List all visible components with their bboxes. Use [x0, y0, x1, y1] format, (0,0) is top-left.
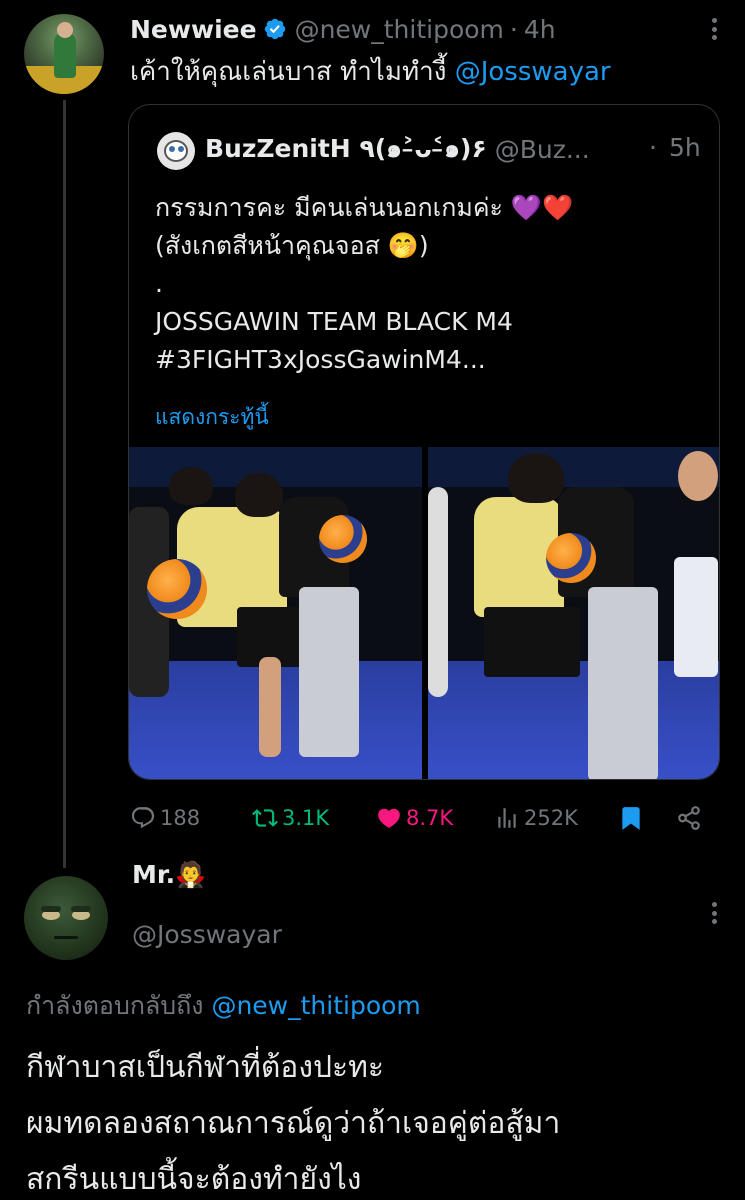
more-options-icon[interactable] — [702, 898, 726, 928]
photo-sign — [674, 557, 718, 677]
basketball — [319, 515, 367, 563]
quote-time: 5h — [669, 133, 701, 162]
photo-hair — [508, 453, 564, 503]
photo-1[interactable] — [129, 447, 422, 779]
photo-hair — [235, 473, 283, 517]
show-thread-link[interactable]: แสดงกระทู้นี้ — [155, 401, 269, 434]
thread-line — [63, 100, 66, 868]
photo-pants — [299, 587, 359, 757]
basketball — [546, 533, 596, 583]
reply-button[interactable]: 188 — [130, 800, 200, 836]
basketball — [147, 559, 207, 619]
photo-backdrop — [428, 447, 719, 487]
quote-line: กรรมการคะ มีคนเล่นนอกเกมค่ะ 💜❤️ — [155, 193, 574, 222]
media-gallery — [129, 447, 719, 779]
photo-shorts — [484, 607, 580, 677]
retweet-button[interactable]: 3.1K — [252, 800, 329, 836]
tweet-text: เค้าให้คุณเล่นบาส ทำไมทำงี้ @Josswayar — [130, 54, 611, 90]
avatar-face — [164, 140, 188, 162]
mention-link[interactable]: @Josswayar — [455, 57, 611, 87]
quote-author-name: BuzZenitH ٩(๑˃̵ᴗ˂̵๑)۶ — [205, 134, 487, 163]
author-handle[interactable]: @new_thitipoom — [295, 15, 504, 44]
heart-icon — [378, 808, 400, 828]
photo-court — [428, 661, 719, 779]
photo-leg — [259, 657, 281, 757]
share-button[interactable] — [676, 800, 706, 836]
quote-author-handle: @Buz... — [494, 134, 590, 164]
views-count: 252K — [524, 806, 578, 830]
photo-face — [678, 451, 718, 501]
tweet-header: Newwiee @new_thitipoom · 4h — [130, 12, 556, 46]
reply-author-avatar[interactable] — [24, 876, 108, 960]
reply-icon — [131, 807, 155, 829]
replying-to-link[interactable]: @new_thitipoom — [211, 991, 420, 1020]
reply-author-name[interactable]: Mr.🧛 — [132, 858, 206, 892]
share-icon — [678, 806, 700, 830]
reply-author-handle[interactable]: @Josswayar — [132, 920, 282, 949]
avatar-eye — [178, 146, 184, 152]
views-button[interactable]: 252K — [494, 800, 578, 836]
photo-pants — [588, 587, 658, 779]
retweet-icon — [252, 809, 278, 827]
avatar-figure — [54, 32, 76, 78]
tweet-text-body: เค้าให้คุณเล่นบาส ทำไมทำงี้ — [130, 57, 455, 87]
quote-line: JOSSGAWIN TEAM BLACK M4 — [155, 307, 513, 336]
photo-player — [428, 487, 448, 697]
reply-line: กีฬาบาสเป็นกีฬาที่ต้องปะทะ — [26, 1050, 385, 1085]
quote-header: BuzZenitH ٩(๑˃̵ᴗ˂̵๑)۶ @Buz... — [205, 129, 590, 169]
photo-hair — [169, 467, 213, 505]
tweet-actions: 188 3.1K 8.7K 252K — [130, 800, 720, 836]
avatar-eye — [169, 146, 175, 152]
avatar-head — [57, 22, 73, 38]
retweet-count: 3.1K — [282, 806, 330, 830]
avatar-mouth — [54, 936, 78, 939]
avatar-eyelid — [41, 906, 61, 912]
bookmark-icon — [622, 807, 640, 830]
avatar-eyelid — [71, 906, 91, 912]
photo-2[interactable] — [428, 447, 719, 779]
quote-line: (สังเกตสีหน้าคุณจอส 🤭) — [155, 231, 429, 260]
separator-dot: · — [509, 14, 518, 44]
reply-line: ผมทดลองสถาณการณ์ดูว่าถ้าเจอคู่ต่อสู้มา — [26, 1106, 561, 1141]
quote-text: กรรมการคะ มีคนเล่นนอกเกมค่ะ 💜❤️ (สังเกตส… — [155, 189, 695, 379]
views-icon — [498, 808, 516, 828]
more-options-icon[interactable] — [702, 14, 726, 44]
reply-line: สกรีนแบบนี้จะต้องทำยังไง — [26, 1162, 362, 1197]
like-button[interactable]: 8.7K — [376, 800, 453, 836]
bookmark-button[interactable] — [618, 800, 648, 836]
replying-to-label: กำลังตอบกลับถึง — [26, 991, 212, 1020]
author-avatar[interactable] — [24, 14, 104, 94]
verified-badge-icon — [264, 18, 285, 40]
reply-text: กีฬาบาสเป็นกีฬาที่ต้องปะทะ ผมทดลองสถาณกา… — [26, 1040, 560, 1200]
quote-author-avatar — [157, 132, 195, 170]
quote-line: . — [155, 269, 163, 298]
author-name[interactable]: Newwiee — [130, 15, 257, 44]
separator-dot: · — [649, 133, 657, 162]
reply-count: 188 — [160, 806, 201, 830]
replying-to: กำลังตอบกลับถึง @new_thitipoom — [26, 986, 421, 1026]
quote-line: #3FIGHT3xJossGawinM4... — [155, 345, 486, 374]
quoted-tweet[interactable]: BuzZenitH ٩(๑˃̵ᴗ˂̵๑)۶ @Buz... · 5h กรรมก… — [128, 104, 720, 780]
like-count: 8.7K — [406, 806, 454, 830]
tweet-time[interactable]: 4h — [524, 15, 556, 44]
